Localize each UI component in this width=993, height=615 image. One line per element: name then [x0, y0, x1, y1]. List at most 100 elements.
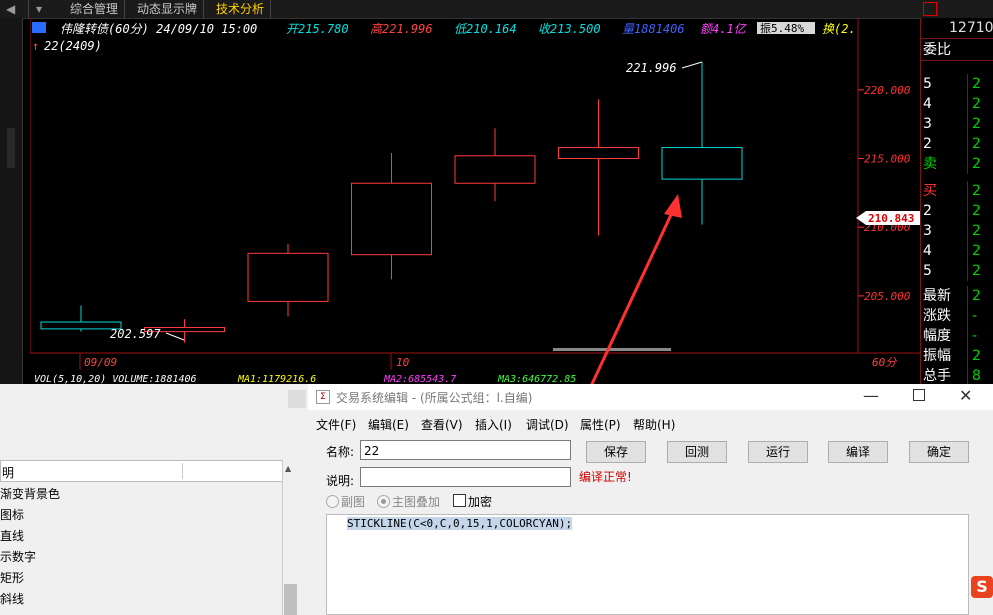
order-row-label: 5 [923, 76, 932, 92]
order-row: 32 [921, 221, 993, 241]
list-header: 明 [2, 466, 15, 480]
radio-main-overlay[interactable] [377, 495, 390, 508]
top-value: 12710 [949, 20, 993, 36]
ma1-value: MA1:1179216.6 [237, 374, 316, 384]
order-row-value: 2 [967, 241, 981, 261]
menu-properties[interactable]: 属性(P) [580, 416, 621, 433]
y-tick-label: 215.000 [864, 153, 911, 166]
order-row: 卖2 [921, 154, 993, 174]
minimize-icon[interactable]: — [863, 386, 879, 405]
order-row: 幅度 - [921, 326, 993, 346]
app-icon: Σ [316, 390, 330, 404]
name-input[interactable]: 22 [360, 440, 571, 460]
low-marker: 202.597 [110, 327, 161, 341]
list-item[interactable]: 渐变背景色 [0, 484, 60, 505]
volume-value: 量1881406 [622, 22, 685, 36]
chart-badge-icon [32, 22, 46, 33]
panel-toggle-icon[interactable] [923, 2, 937, 16]
candle-body [351, 182, 432, 256]
scroll-handle[interactable] [7, 128, 15, 168]
tab-bar: ◀ ▾ 综合管理 动态显示牌 技术分析 [0, 0, 993, 19]
tab-overview[interactable]: 综合管理 [64, 0, 126, 18]
order-row-label: 5 [923, 263, 932, 279]
order-row: 22 [921, 201, 993, 221]
radio-subchart-label: 副图 [341, 495, 366, 509]
dialog-titlebar: Σ 交易系统编辑 - (所属公式组：l.自编) — ✕ [308, 384, 993, 410]
order-row-label: 幅度 [923, 328, 951, 344]
list-item[interactable]: 斜线 [0, 589, 24, 610]
code-text[interactable]: STICKLINE(C<0,C,0,15,1,COLORCYAN); [347, 517, 573, 530]
order-row: 42 [921, 241, 993, 261]
candle[interactable] [558, 99, 639, 236]
candle-body [661, 147, 743, 180]
backtest-button[interactable]: 回测 [667, 441, 727, 463]
order-row-value: 2 [967, 346, 981, 366]
save-button[interactable]: 保存 [586, 441, 646, 463]
order-row: 最新 2 [921, 286, 993, 306]
tab-technical-analysis[interactable]: 技术分析 [210, 0, 272, 18]
chart-scrollbar[interactable] [553, 348, 671, 351]
run-button[interactable]: 运行 [748, 441, 808, 463]
menu-file[interactable]: 文件(F) [316, 416, 356, 433]
order-row-value: 2 [967, 181, 981, 201]
name-label: 名称: [326, 445, 355, 459]
chart-gridlines: 205.000210.000215.000220.000 [30, 18, 911, 353]
order-row-label: 3 [923, 116, 932, 132]
change-value: 振5.48% [760, 21, 804, 35]
order-row: 买2 [921, 181, 993, 201]
order-row: 22 [921, 134, 993, 154]
menu-help[interactable]: 帮助(H) [633, 416, 675, 433]
list-scrollbar[interactable]: ▲ [282, 460, 299, 615]
order-row-label: 总手 [923, 368, 951, 384]
menu-debug[interactable]: 调试(D) [526, 416, 569, 433]
order-row: 42 [921, 94, 993, 114]
candle-body [40, 321, 122, 330]
order-row-label: 卖 [923, 156, 937, 172]
scroll-up-icon[interactable]: ▲ [285, 464, 291, 473]
turnover-value: 换(2. [822, 22, 856, 36]
maximize-icon[interactable] [913, 389, 925, 401]
candle[interactable] [247, 243, 329, 317]
ok-button[interactable]: 确定 [909, 441, 969, 463]
back-arrow-icon[interactable]: ◀ [0, 0, 29, 18]
candle[interactable] [454, 128, 536, 202]
close-icon[interactable]: ✕ [959, 386, 972, 405]
candle-body [558, 147, 639, 160]
scroll-thumb[interactable] [284, 584, 297, 615]
menu-view[interactable]: 查看(V) [421, 416, 463, 433]
desc-input[interactable] [360, 467, 571, 487]
candle[interactable] [40, 305, 122, 332]
date-label-mid: 10 [396, 356, 410, 369]
dialog-title: 交易系统编辑 - (所属公式组：l.自编) [336, 391, 533, 405]
period-label: 60分 [872, 356, 897, 369]
compile-button[interactable]: 编译 [828, 441, 888, 463]
dropdown-icon[interactable]: ▾ [30, 0, 58, 18]
order-row-value: 2 [967, 94, 981, 114]
encrypt-checkbox[interactable] [453, 494, 466, 507]
candle-body [247, 252, 329, 302]
amount-value: 额4.1亿 [700, 22, 748, 36]
high-marker: 221.996 [626, 61, 677, 75]
indicator-label: 22(2409) [44, 39, 102, 53]
indicator-arrow-icon: ↑ [32, 39, 39, 53]
encrypt-label: 加密 [468, 495, 493, 509]
list-item[interactable]: 图标 [0, 505, 24, 526]
candlestick-chart[interactable]: 205.000210.000215.000220.000 伟隆转债(60分) 2… [30, 18, 920, 384]
radio-subchart[interactable] [326, 495, 339, 508]
list-item[interactable]: 示数字 [0, 547, 36, 568]
candle[interactable] [351, 153, 432, 280]
chart-title: 伟隆转债(60分) 24/09/10 15:00 [60, 22, 257, 36]
left-strip [0, 18, 23, 384]
list-item[interactable]: 直线 [0, 526, 24, 547]
list-item[interactable]: 矩形 [0, 568, 24, 589]
menu-insert[interactable]: 插入(I) [475, 416, 512, 433]
ime-s-icon[interactable]: S [971, 576, 993, 598]
current-price: 210.843 [868, 212, 914, 225]
code-editor[interactable]: STICKLINE(C<0,C,0,15,1,COLORCYAN); [326, 514, 969, 615]
tab-dynamic-board[interactable]: 动态显示牌 [131, 0, 205, 18]
candles-layer [40, 62, 743, 343]
menu-edit[interactable]: 编辑(E) [368, 416, 409, 433]
order-row-label: 最新 [923, 288, 951, 304]
open-value: 开215.780 [286, 22, 349, 36]
annotation-arrow-line [590, 203, 678, 384]
